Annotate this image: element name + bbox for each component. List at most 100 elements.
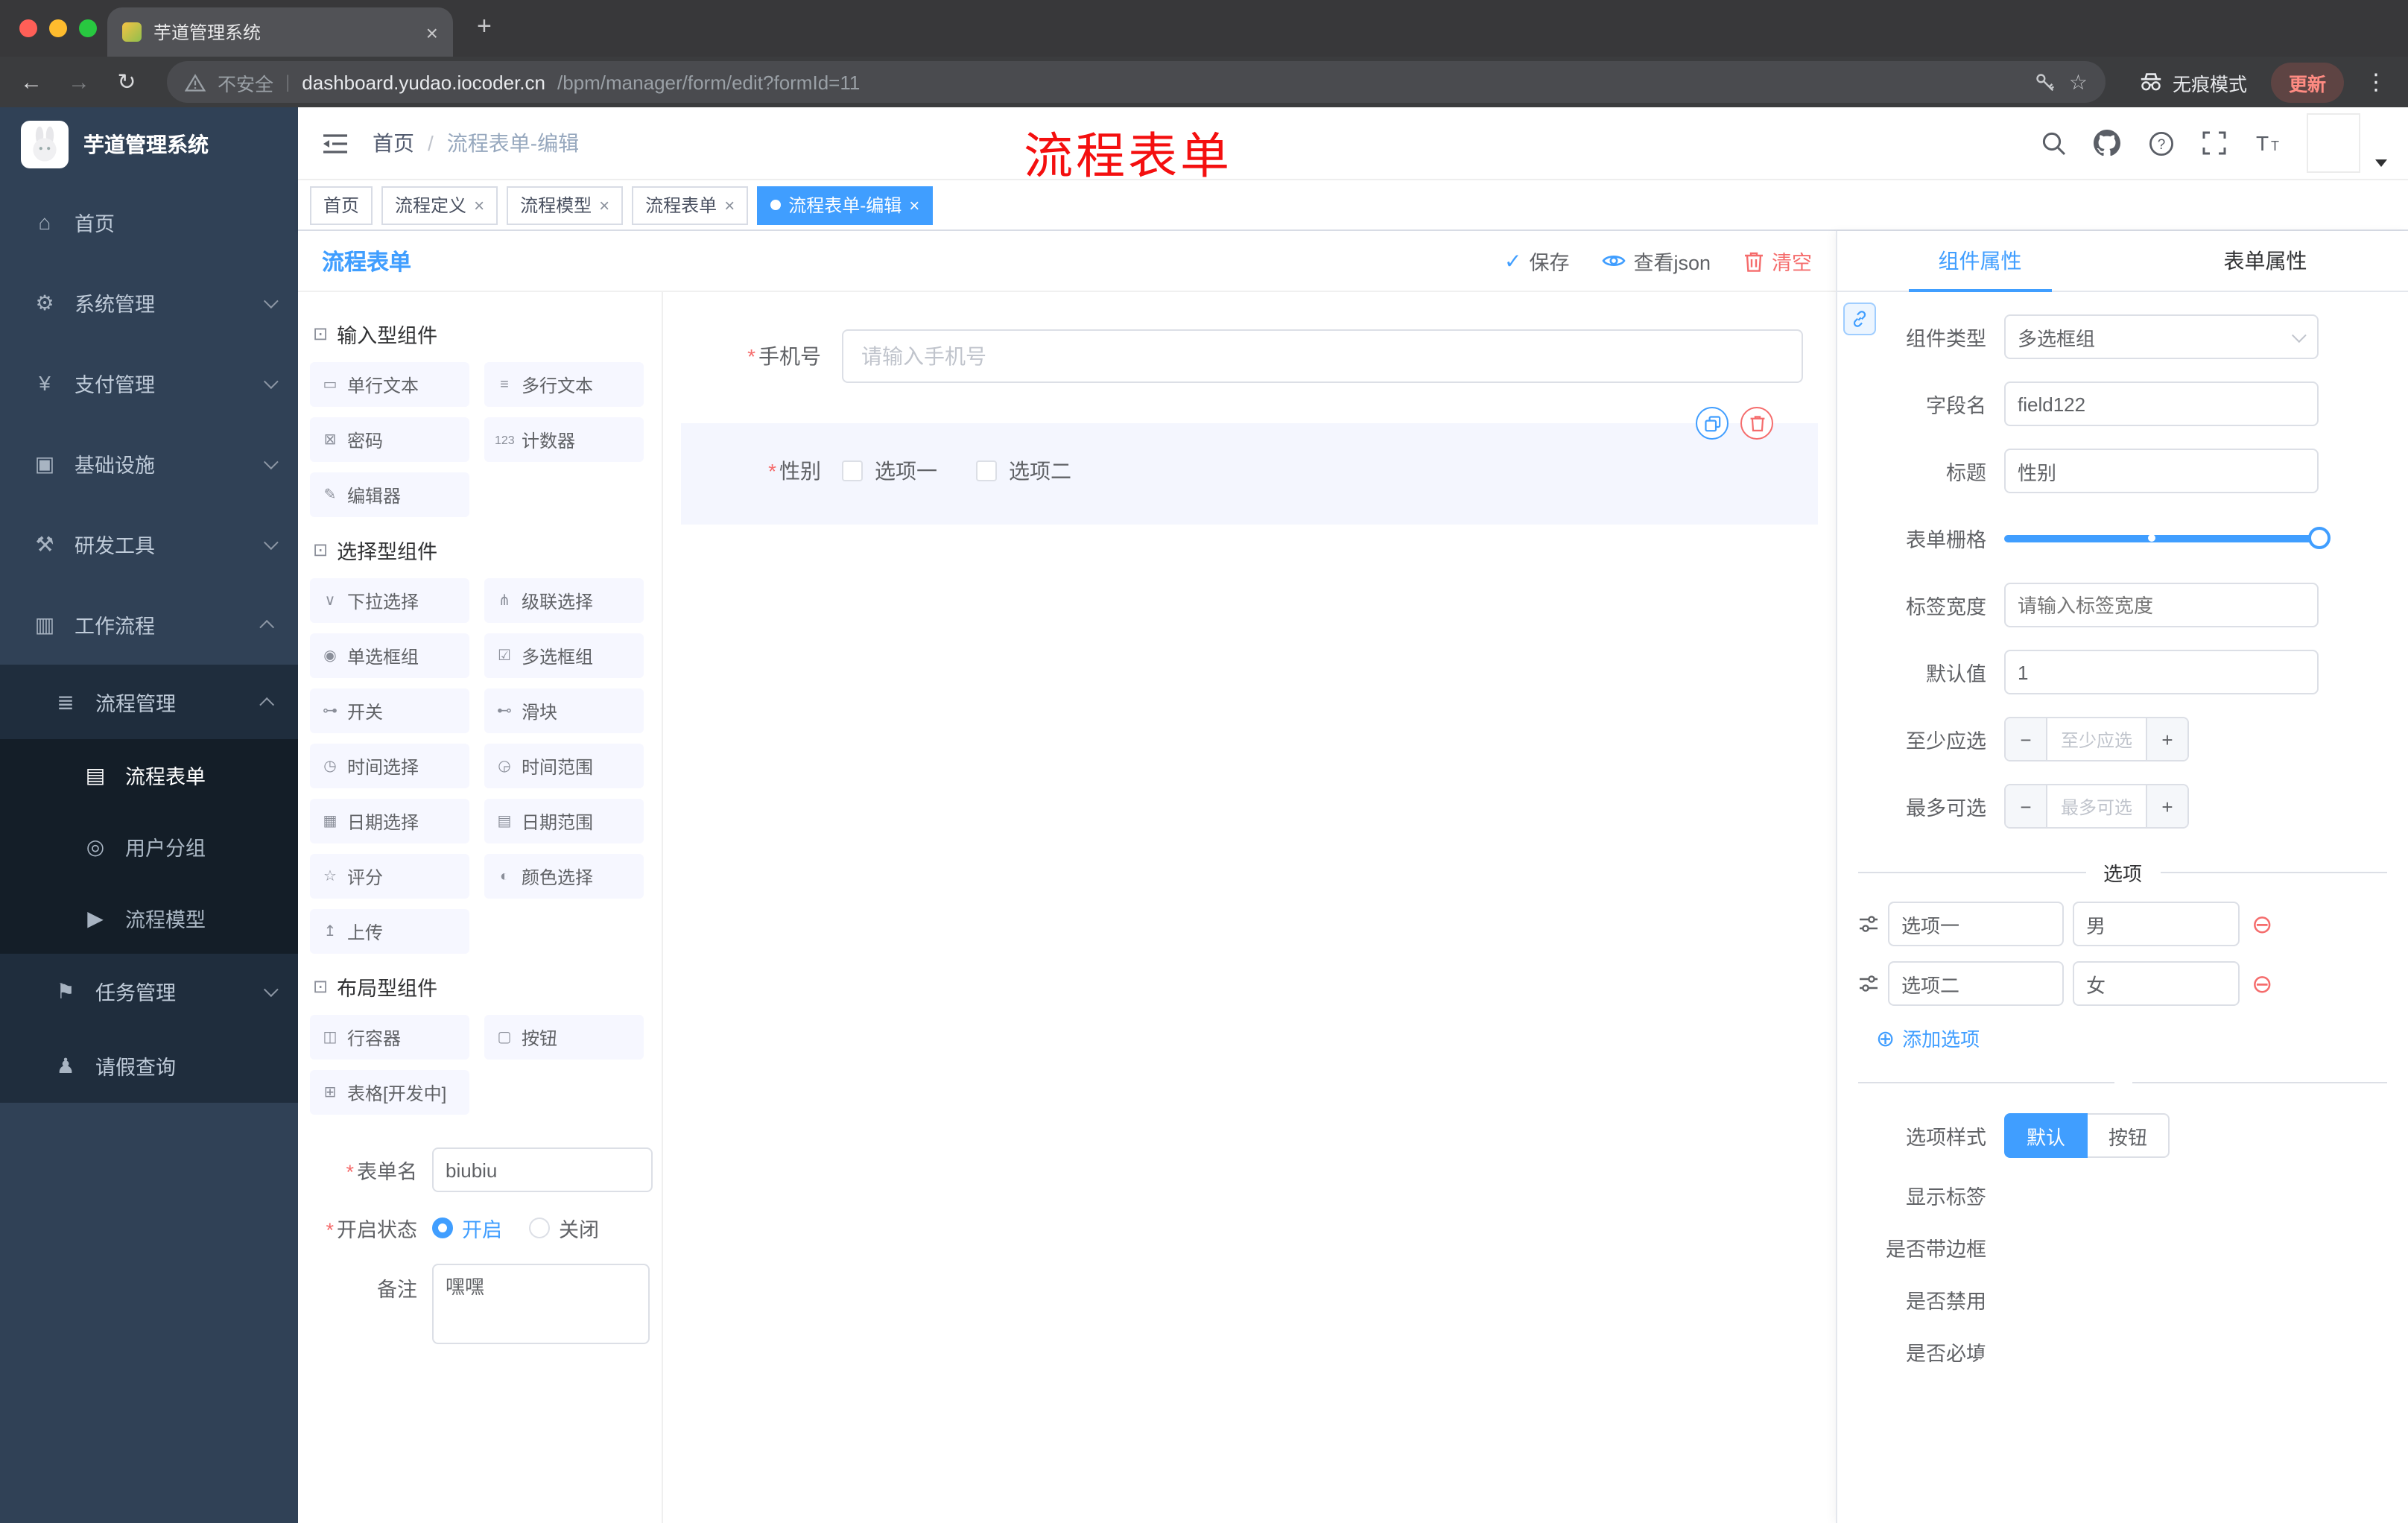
sidebar-item-payment[interactable]: ¥ 支付管理 xyxy=(0,343,298,423)
min-select-value[interactable]: 至少应选 xyxy=(2047,718,2146,760)
default-value-input[interactable] xyxy=(2004,650,2319,694)
fullscreen-icon[interactable] xyxy=(2199,128,2229,158)
palette-item-table[interactable]: ⊞ 表格[开发中] xyxy=(310,1070,469,1115)
palette-item-slider[interactable]: ⊷ 滑块 xyxy=(484,688,644,733)
tag-close-icon[interactable]: × xyxy=(474,194,484,215)
address-bar[interactable]: 不安全 | dashboard.yudao.iocoder.cn/bpm/man… xyxy=(167,61,2106,103)
palette-item-button[interactable]: ▢ 按钮 xyxy=(484,1015,644,1060)
new-tab-button[interactable]: + xyxy=(477,12,492,42)
sidebar-item-user-group[interactable]: ◎ 用户分组 xyxy=(0,811,298,882)
option-value-input[interactable] xyxy=(2073,961,2240,1006)
option-name-input[interactable] xyxy=(1888,961,2064,1006)
palette-item-switch[interactable]: ⊶ 开关 xyxy=(310,688,469,733)
sidebar-item-workflow[interactable]: ▥ 工作流程 xyxy=(0,584,298,665)
max-select-value[interactable]: 最多可选 xyxy=(2047,785,2146,827)
tab-close-icon[interactable]: × xyxy=(426,20,438,44)
option-value-input[interactable] xyxy=(2073,902,2240,946)
tag-process-definition[interactable]: 流程定义 × xyxy=(381,186,498,224)
minus-button[interactable]: − xyxy=(2006,785,2047,827)
tag-process-model[interactable]: 流程模型 × xyxy=(507,186,624,224)
palette-item-row-container[interactable]: ◫ 行容器 xyxy=(310,1015,469,1060)
password-key-icon[interactable] xyxy=(2035,71,2057,93)
palette-item-color-picker[interactable]: ◐ 颜色选择 xyxy=(484,854,644,899)
checkbox-option-one[interactable] xyxy=(842,460,863,481)
back-icon[interactable]: ← xyxy=(15,69,48,95)
sidebar-item-process-form[interactable]: ▤ 流程表单 xyxy=(0,739,298,811)
window-minimize-button[interactable] xyxy=(49,19,67,37)
search-icon[interactable] xyxy=(2038,128,2068,158)
label-width-input[interactable] xyxy=(2004,583,2319,627)
help-icon[interactable]: ? xyxy=(2146,128,2176,158)
app-logo[interactable]: 芋道管理系统 xyxy=(0,107,298,182)
option-style-button-button[interactable]: 按钮 xyxy=(2088,1113,2170,1158)
palette-item-single-text[interactable]: ▭ 单行文本 xyxy=(310,362,469,407)
component-doc-link-button[interactable] xyxy=(1843,303,1876,335)
title-input[interactable] xyxy=(2004,449,2319,493)
palette-item-date-range[interactable]: ▤ 日期范围 xyxy=(484,799,644,843)
remove-option-button[interactable]: ⊖ xyxy=(2252,911,2273,937)
view-json-button[interactable]: 查看json xyxy=(1602,246,1711,276)
palette-item-radio-group[interactable]: ◉ 单选框组 xyxy=(310,633,469,678)
status-off-label[interactable]: 关闭 xyxy=(559,1213,599,1243)
add-option-button[interactable]: ⊕ 添加选项 xyxy=(1876,1024,2408,1052)
form-canvas[interactable]: *手机号 *性别 选项一 选项二 xyxy=(663,292,1836,1523)
form-name-input[interactable] xyxy=(432,1147,653,1192)
browser-menu-icon[interactable]: ⋮ xyxy=(2359,69,2393,95)
palette-item-password[interactable]: ⊠ 密码 xyxy=(310,417,469,462)
sidebar-item-infrastructure[interactable]: ▣ 基础设施 xyxy=(0,423,298,504)
collapse-sidebar-icon[interactable] xyxy=(298,132,373,154)
sidebar-item-system[interactable]: ⚙ 系统管理 xyxy=(0,262,298,343)
plus-button[interactable]: + xyxy=(2146,718,2187,760)
save-button[interactable]: ✓ 保存 xyxy=(1504,246,1569,276)
forward-icon[interactable]: → xyxy=(63,69,95,95)
delete-component-button[interactable] xyxy=(1740,407,1773,440)
bookmark-star-icon[interactable]: ☆ xyxy=(2069,69,2088,95)
tab-form-props[interactable]: 表单属性 xyxy=(2123,231,2408,291)
minus-button[interactable]: − xyxy=(2006,718,2047,760)
palette-item-cascader[interactable]: ⋔ 级联选择 xyxy=(484,578,644,623)
github-icon[interactable] xyxy=(2092,128,2122,158)
security-label[interactable]: 不安全 xyxy=(218,68,273,96)
status-on-label[interactable]: 开启 xyxy=(462,1213,502,1243)
tag-close-icon[interactable]: × xyxy=(599,194,609,215)
caret-down-icon[interactable] xyxy=(2375,159,2387,166)
palette-item-time-range[interactable]: ◶ 时间范围 xyxy=(484,744,644,788)
slider-knob[interactable] xyxy=(2308,527,2331,549)
sidebar-item-dashboard[interactable]: ⌂ 首页 xyxy=(0,182,298,262)
status-off-radio[interactable] xyxy=(529,1218,550,1238)
user-avatar[interactable] xyxy=(2307,113,2360,173)
plus-button[interactable]: + xyxy=(2146,785,2187,827)
remove-option-button[interactable]: ⊖ xyxy=(2252,971,2273,996)
checkbox-option-two[interactable] xyxy=(976,460,997,481)
component-type-select[interactable]: 多选框组 xyxy=(2004,314,2319,359)
remark-textarea[interactable]: 嘿嘿 xyxy=(432,1264,650,1344)
sidebar-item-devtools[interactable]: ⚒ 研发工具 xyxy=(0,504,298,584)
option-style-default-button[interactable]: 默认 xyxy=(2004,1113,2088,1158)
tag-home[interactable]: 首页 xyxy=(310,186,373,224)
palette-item-rate[interactable]: ☆ 评分 xyxy=(310,854,469,899)
sidebar-item-process-model[interactable]: ▶ 流程模型 xyxy=(0,882,298,954)
gender-field-selected[interactable]: * 性别 选项一 选项二 xyxy=(681,407,1818,525)
status-on-radio[interactable] xyxy=(432,1218,453,1238)
palette-item-checkbox-group[interactable]: ☑ 多选框组 xyxy=(484,633,644,678)
copy-component-button[interactable] xyxy=(1696,407,1729,440)
tag-process-form-edit[interactable]: 流程表单-编辑 × xyxy=(757,186,934,224)
window-close-button[interactable] xyxy=(19,19,37,37)
palette-item-counter[interactable]: 123 计数器 xyxy=(484,417,644,462)
palette-item-time-picker[interactable]: ◷ 时间选择 xyxy=(310,744,469,788)
tag-close-icon[interactable]: × xyxy=(724,194,735,215)
reload-icon[interactable]: ↻ xyxy=(110,69,143,95)
palette-item-editor[interactable]: ✎ 编辑器 xyxy=(310,472,469,517)
tag-close-icon[interactable]: × xyxy=(909,194,919,215)
drag-handle-icon[interactable] xyxy=(1858,973,1879,994)
breadcrumb-home[interactable]: 首页 xyxy=(373,128,414,158)
sidebar-item-task-management[interactable]: ⚑ 任务管理 xyxy=(0,954,298,1028)
palette-item-upload[interactable]: ↥ 上传 xyxy=(310,909,469,954)
field-name-input[interactable] xyxy=(2004,381,2319,426)
phone-field[interactable]: * 手机号 xyxy=(681,310,1818,402)
font-size-icon[interactable]: TT xyxy=(2253,128,2283,158)
palette-item-dropdown[interactable]: ∨ 下拉选择 xyxy=(310,578,469,623)
drag-handle-icon[interactable] xyxy=(1858,914,1879,934)
update-button[interactable]: 更新 xyxy=(2270,62,2344,102)
palette-item-date-picker[interactable]: ▦ 日期选择 xyxy=(310,799,469,843)
